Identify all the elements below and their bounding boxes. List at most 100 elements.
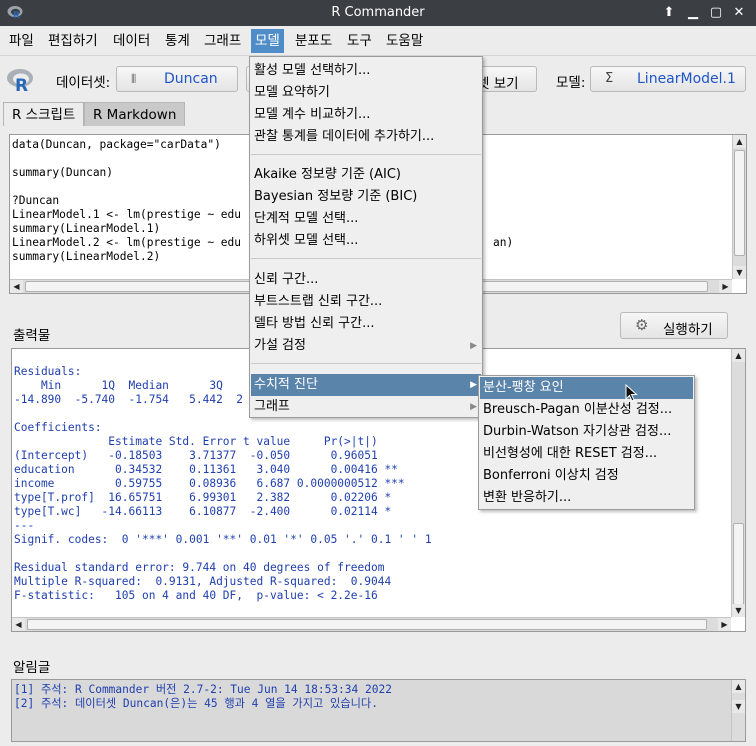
tab-r-markdown[interactable]: R Markdown	[84, 102, 186, 126]
close-button[interactable]: ✕	[730, 4, 748, 22]
scroll-down-icon[interactable]: ▼	[733, 266, 746, 279]
view-dataset-button[interactable]: 셋 보기	[477, 66, 537, 92]
script-line: summary(LinearModel.2)	[12, 250, 161, 263]
dataset-label: 데이터셋:	[56, 75, 111, 91]
menu-data[interactable]: 데이터	[109, 29, 154, 53]
output-scroll-thumb[interactable]	[733, 523, 744, 605]
dataset-selector-button[interactable]: ⦀ Duncan	[116, 66, 238, 92]
menu-help[interactable]: 도움말	[382, 29, 427, 53]
menu-bar: 파일 편집하기 데이터 통계 그래프 모델 분포도 도구 도움말	[0, 26, 756, 56]
script-vscrollbar[interactable]: ▲ ▼	[732, 135, 746, 279]
menu-item-aic[interactable]: Akaike 정보량 기준 (AIC)	[251, 164, 481, 186]
output-line: Residual standard error: 9.744 on 40 deg…	[14, 561, 385, 574]
menu-item-reset-test[interactable]: 비선형성에 대한 RESET 검정...	[480, 443, 693, 465]
script-text[interactable]: data(Duncan, package="carData") summary(…	[12, 138, 241, 264]
menu-stats[interactable]: 통계	[161, 29, 194, 53]
menu-tools[interactable]: 도구	[343, 29, 376, 53]
dataset-value: Duncan	[164, 71, 218, 87]
keep-above-icon[interactable]: ⬆	[660, 4, 678, 22]
menu-models[interactable]: 모델	[251, 29, 284, 53]
menu-item-vif[interactable]: 분산-팽창 요인	[480, 377, 693, 399]
menu-item-bootstrap-ci[interactable]: 부트스트랩 신뢰 구간...	[251, 291, 481, 313]
minimize-button[interactable]: ▁	[684, 4, 702, 22]
menu-item-hypothesis-test[interactable]: 가설 검정 ▶	[251, 335, 481, 357]
submenu-arrow-icon: ▶	[470, 341, 477, 351]
output-line: ---	[14, 519, 35, 532]
view-dataset-label: 셋 보기	[477, 76, 519, 92]
menu-graphs[interactable]: 그래프	[200, 29, 245, 53]
script-fragment: an)	[493, 236, 514, 249]
output-hscroll-thumb[interactable]	[27, 619, 707, 630]
models-menu: 활성 모델 선택하기... 모델 요약하기 모델 계수 비교하기... 관찰 통…	[249, 56, 483, 418]
menu-item-numerical-diagnostics-label: 수치적 진단	[254, 377, 318, 392]
scroll-down-icon[interactable]: ▼	[732, 700, 745, 713]
menu-item-graphs-label: 그래프	[254, 399, 290, 414]
scroll-left-icon[interactable]: ◀	[10, 280, 23, 293]
menu-separator	[251, 154, 481, 155]
maximize-button[interactable]: ▢	[707, 4, 725, 22]
output-line: education 0.34532 0.11361 3.040 0.00416 …	[14, 463, 398, 476]
window-title: R Commander	[331, 5, 425, 20]
mouse-cursor-icon	[625, 384, 638, 402]
scroll-left-icon[interactable]: ◀	[12, 618, 25, 631]
menu-item-numerical-diagnostics[interactable]: 수치적 진단 ▶	[251, 374, 481, 396]
menu-edit[interactable]: 편집하기	[44, 29, 102, 53]
menu-item-confidence-intervals[interactable]: 신뢰 구간...	[251, 269, 481, 291]
output-line: type[T.prof] 16.65751 6.99301 2.382 0.02…	[14, 491, 392, 504]
output-label: 출력물	[13, 328, 51, 344]
scroll-right-icon[interactable]: ▶	[719, 280, 732, 293]
model-selector-button[interactable]: Σ LinearModel.1	[590, 66, 746, 92]
submenu-arrow-icon: ▶	[470, 402, 477, 412]
menu-item-hypothesis-test-label: 가설 검정	[254, 338, 306, 353]
menu-item-durbin-watson[interactable]: Durbin-Watson 자기상관 검정...	[480, 421, 693, 443]
scroll-up-icon[interactable]: ▲	[733, 135, 746, 148]
menu-item-add-observation-stats[interactable]: 관찰 통계를 데이터에 추가하기...	[251, 126, 481, 148]
script-line: data(Duncan, package="carData")	[12, 138, 221, 151]
scroll-right-icon[interactable]: ▶	[718, 618, 731, 631]
menu-item-bonferroni[interactable]: Bonferroni 이상치 검정	[480, 465, 693, 487]
menu-item-compare-coefficients[interactable]: 모델 계수 비교하기...	[251, 104, 481, 126]
scroll-up-icon[interactable]: ▲	[732, 680, 745, 693]
script-line: summary(Duncan)	[12, 166, 114, 179]
svg-text:R: R	[15, 76, 28, 94]
diagnostics-submenu: 분산-팽창 요인 Breusch-Pagan 이분산성 검정... Durbin…	[478, 375, 695, 510]
run-button[interactable]: ⚙ 실행하기	[620, 312, 728, 339]
tab-r-script[interactable]: R 스크립트	[3, 102, 85, 126]
menu-item-graphs[interactable]: 그래프 ▶	[251, 396, 481, 418]
output-line: income 0.59755 0.08936 6.687 0.000000051…	[14, 477, 405, 490]
menu-item-bic[interactable]: Bayesian 정보량 기준 (BIC)	[251, 186, 481, 208]
menu-item-transform-response[interactable]: 변환 반응하기...	[480, 487, 693, 509]
output-vscrollbar[interactable]: ▲ ▼	[731, 349, 745, 617]
menu-separator	[251, 363, 481, 364]
output-line: type[T.wc] -14.66113 6.10877 -2.400 0.02…	[14, 505, 392, 518]
output-line: Signif. codes: 0 '***' 0.001 '**' 0.01 '…	[14, 533, 432, 546]
menu-item-select-active-model[interactable]: 활성 모델 선택하기...	[251, 60, 481, 82]
script-line	[12, 152, 241, 166]
scroll-down-icon[interactable]: ▼	[732, 604, 745, 617]
menu-item-subset[interactable]: 하위셋 모델 선택...	[251, 230, 481, 252]
messages-pane[interactable]: [1] 주석: R Commander 버전 2.7-2: Tue Jun 14…	[11, 679, 746, 742]
scroll-up-icon[interactable]: ▲	[732, 349, 745, 362]
output-line: (Intercept) -0.18503 3.71377 -0.050 0.96…	[14, 449, 378, 462]
menu-item-delta-method-ci[interactable]: 델타 방법 신뢰 구간...	[251, 313, 481, 335]
message-line: [2] 주석: 데이터셋 Duncan(은)는 45 행과 4 열을 가지고 있…	[14, 697, 378, 710]
title-bar: R R Commander ⬆ ▁ ▢ ✕	[0, 0, 756, 26]
script-line: ?Duncan	[12, 194, 60, 207]
messages-vscrollbar[interactable]: ▲ ▼	[731, 680, 745, 741]
menu-item-stepwise[interactable]: 단계적 모델 선택...	[251, 208, 481, 230]
script-line: LinearModel.2 <- lm(prestige ~ edu	[12, 236, 242, 249]
menu-item-summarize-model[interactable]: 모델 요약하기	[251, 82, 481, 104]
message-line: [1] 주석: R Commander 버전 2.7-2: Tue Jun 14…	[14, 683, 392, 696]
table-icon: ⦀	[131, 72, 137, 86]
output-hscrollbar[interactable]: ◀ ▶	[12, 617, 731, 631]
script-scroll-thumb[interactable]	[734, 150, 745, 256]
menu-distributions[interactable]: 분포도	[291, 29, 336, 53]
output-line: Multiple R-squared: 0.9131, Adjusted R-s…	[14, 575, 392, 588]
menu-separator	[251, 258, 481, 259]
menu-file[interactable]: 파일	[5, 29, 38, 53]
menu-item-breusch-pagan[interactable]: Breusch-Pagan 이분산성 검정...	[480, 399, 693, 421]
messages-label: 알림글	[13, 660, 51, 676]
output-line: Estimate Std. Error t value Pr(>|t|)	[14, 435, 378, 448]
r-logo-icon: R	[7, 69, 33, 94]
